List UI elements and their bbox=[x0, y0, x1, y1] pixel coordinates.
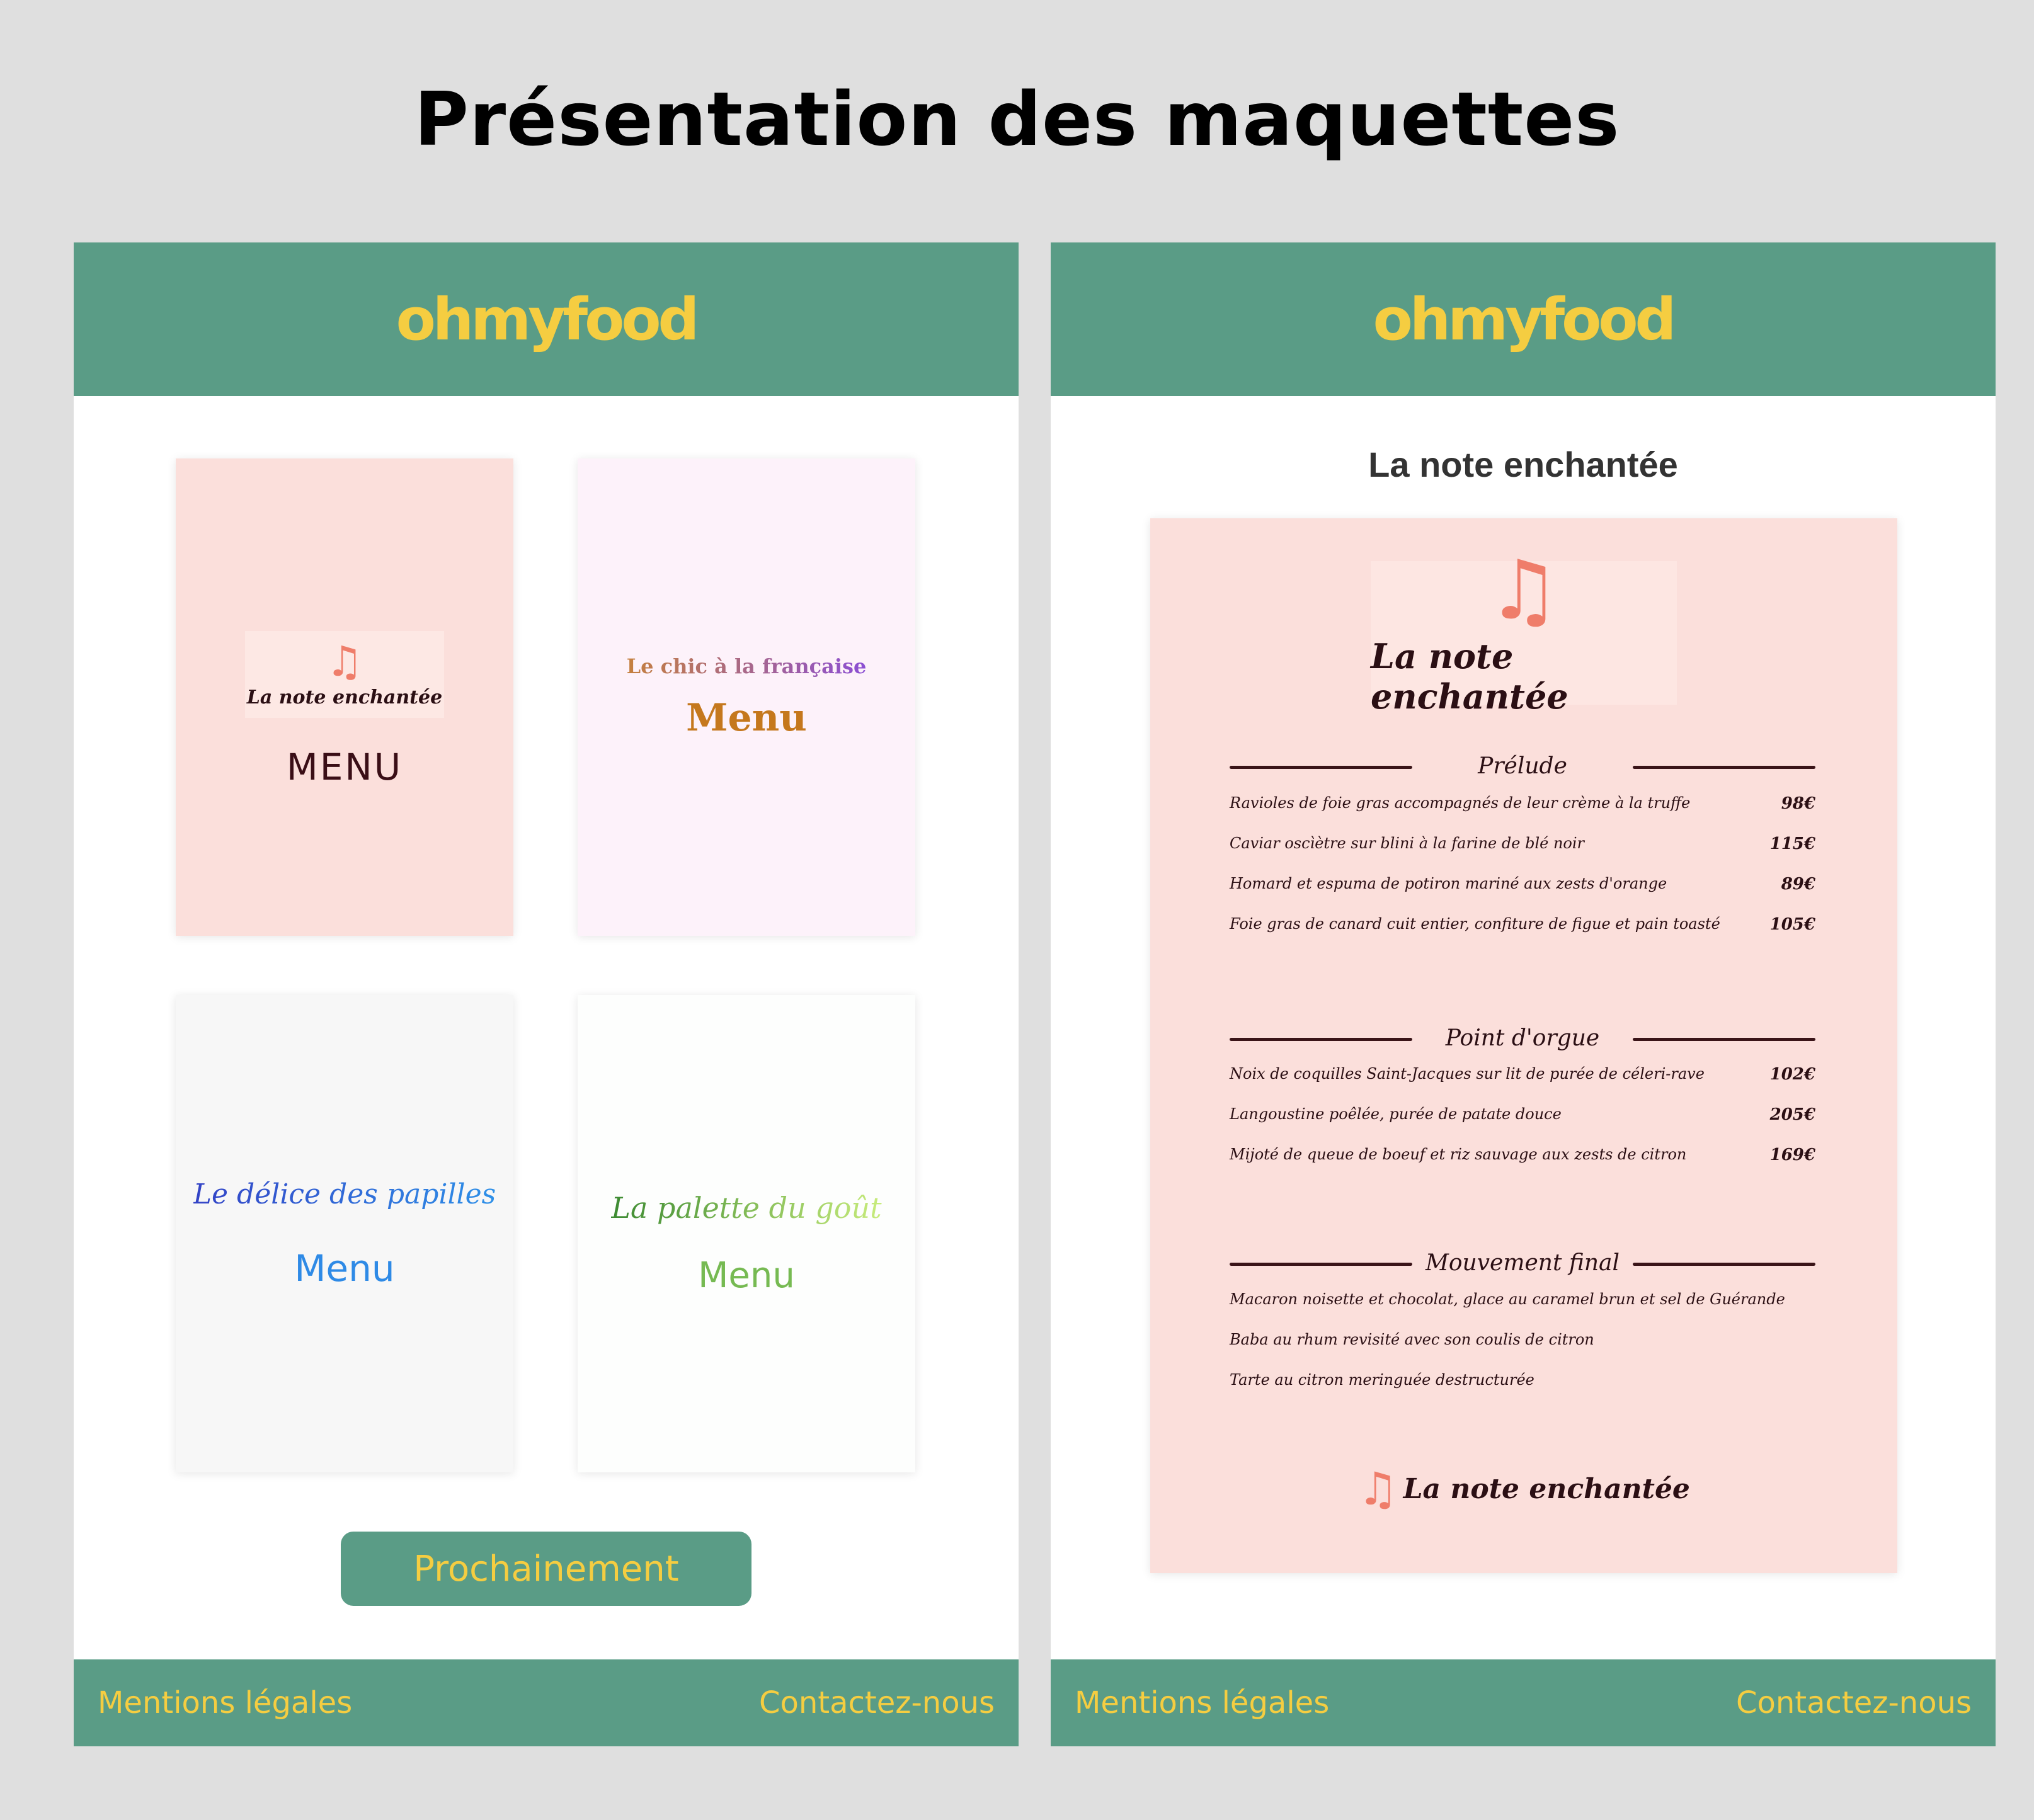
legal-link[interactable]: Mentions légales bbox=[98, 1685, 352, 1720]
mockup-home: ohmyfood ♫ La note enchantée MENU Le chi… bbox=[74, 242, 1019, 1746]
dish-name: Caviar oscìètre sur blini à la farine de… bbox=[1230, 834, 1585, 852]
dish-name: Noix de coquilles Saint-Jacques sur lit … bbox=[1230, 1065, 1705, 1083]
site-header: ohmyfood bbox=[1051, 242, 1996, 396]
restaurant-name: Le chic à la française bbox=[626, 654, 867, 678]
site-footer: Mentions légales Contactez-nous bbox=[74, 1659, 1019, 1746]
dish-price: 89€ bbox=[1781, 875, 1815, 894]
menu-label: Menu bbox=[294, 1246, 395, 1290]
section-heading: Mouvement final bbox=[1230, 1245, 1815, 1283]
legal-link[interactable]: Mentions légales bbox=[1075, 1685, 1329, 1720]
restaurant-logo: ♫ La note enchantée bbox=[1371, 549, 1677, 717]
dish-item: Noix de coquilles Saint-Jacques sur lit … bbox=[1230, 1065, 1815, 1090]
dish-name: Mijoté de queue de boeuf et riz sauvage … bbox=[1230, 1146, 1687, 1163]
dish-item: Mijoté de queue de boeuf et riz sauvage … bbox=[1230, 1146, 1815, 1171]
restaurant-name: Le délice des papilles bbox=[193, 1178, 496, 1210]
dish-item: Ravioles de foie gras accompagnés de leu… bbox=[1230, 794, 1815, 819]
dish-item: Macaron noisette et chocolat, glace au c… bbox=[1230, 1290, 1815, 1316]
divider bbox=[1633, 766, 1815, 769]
site-header: ohmyfood bbox=[74, 242, 1019, 396]
mockup-restaurant: ohmyfood La note enchantée ♫ La note enc… bbox=[1051, 242, 1996, 1746]
restaurant-name: La note enchantée bbox=[1371, 636, 1568, 717]
page-title: Présentation des maquettes bbox=[414, 76, 1620, 162]
section-heading: Prélude bbox=[1230, 748, 1815, 786]
dish-name: Homard et espuma de potiron mariné aux z… bbox=[1230, 875, 1667, 892]
brand-logo[interactable]: ohmyfood bbox=[396, 286, 700, 353]
menu-label: Menu bbox=[686, 696, 807, 740]
restaurant-name: La note enchantée bbox=[246, 686, 443, 708]
brand-logo[interactable]: ohmyfood bbox=[1373, 286, 1677, 353]
dish-item: Baba au rhum revisité avec son coulis de… bbox=[1230, 1331, 1815, 1356]
dish-name: Baba au rhum revisité avec son coulis de… bbox=[1230, 1331, 1594, 1348]
divider bbox=[1633, 1263, 1815, 1266]
dish-name: Macaron noisette et chocolat, glace au c… bbox=[1230, 1290, 1785, 1308]
dish-item: Homard et espuma de potiron mariné aux z… bbox=[1230, 875, 1815, 900]
dish-item: Caviar oscìètre sur blini à la farine de… bbox=[1230, 834, 1815, 860]
dish-name: Tarte au citron meringuée destructurée bbox=[1230, 1371, 1534, 1389]
dish-price: 205€ bbox=[1769, 1105, 1815, 1124]
menu-sheet: ♫ La note enchantée Prélude Ravioles de … bbox=[1150, 518, 1897, 1573]
menu-card-la-palette-du-gout[interactable]: La palette du goût Menu bbox=[578, 995, 915, 1472]
dish-price: 169€ bbox=[1769, 1146, 1815, 1164]
music-note-icon: ♫ bbox=[326, 637, 363, 686]
site-footer: Mentions légales Contactez-nous bbox=[1051, 1659, 1996, 1746]
dish-price: 115€ bbox=[1769, 834, 1815, 853]
divider bbox=[1633, 1038, 1815, 1041]
dish-item: Tarte au citron meringuée destructurée bbox=[1230, 1371, 1815, 1396]
contact-link[interactable]: Contactez-nous bbox=[1736, 1685, 1972, 1720]
music-note-icon: ♫ bbox=[1357, 1462, 1398, 1515]
restaurant-name: La note enchantée bbox=[1403, 1472, 1690, 1505]
menu-label: MENU bbox=[286, 746, 403, 788]
dish-name: Foie gras de canard cuit entier, confitu… bbox=[1230, 915, 1720, 933]
dish-name: Langoustine poêlée, purée de patate douc… bbox=[1230, 1105, 1562, 1123]
dish-name: Ravioles de foie gras accompagnés de leu… bbox=[1230, 794, 1691, 812]
dish-item: Langoustine poêlée, purée de patate douc… bbox=[1230, 1105, 1815, 1130]
menu-card-la-note-enchantee[interactable]: ♫ La note enchantée MENU bbox=[176, 458, 513, 936]
dish-price: 102€ bbox=[1769, 1065, 1815, 1084]
restaurant-name: La palette du goût bbox=[611, 1190, 882, 1225]
menu-card-le-chic-a-la-francaise[interactable]: Le chic à la française Menu bbox=[578, 458, 915, 936]
dish-price: 105€ bbox=[1769, 915, 1815, 934]
menu-label: Menu bbox=[698, 1254, 795, 1296]
sheet-footer-logo: ♫ La note enchantée bbox=[1150, 1466, 1897, 1511]
music-note-icon: ♫ bbox=[1487, 542, 1561, 638]
restaurant-title: La note enchantée bbox=[1368, 445, 1678, 484]
contact-link[interactable]: Contactez-nous bbox=[759, 1685, 995, 1720]
dish-item: Foie gras de canard cuit entier, confitu… bbox=[1230, 915, 1815, 940]
menu-card-le-delice-des-papilles[interactable]: Le délice des papilles Menu bbox=[176, 995, 513, 1472]
soon-button[interactable]: Prochainement bbox=[341, 1532, 751, 1606]
section-heading: Point d'orgue bbox=[1230, 1020, 1815, 1058]
restaurant-logo: ♫ La note enchantée bbox=[245, 631, 444, 718]
dish-price: 98€ bbox=[1781, 794, 1815, 813]
